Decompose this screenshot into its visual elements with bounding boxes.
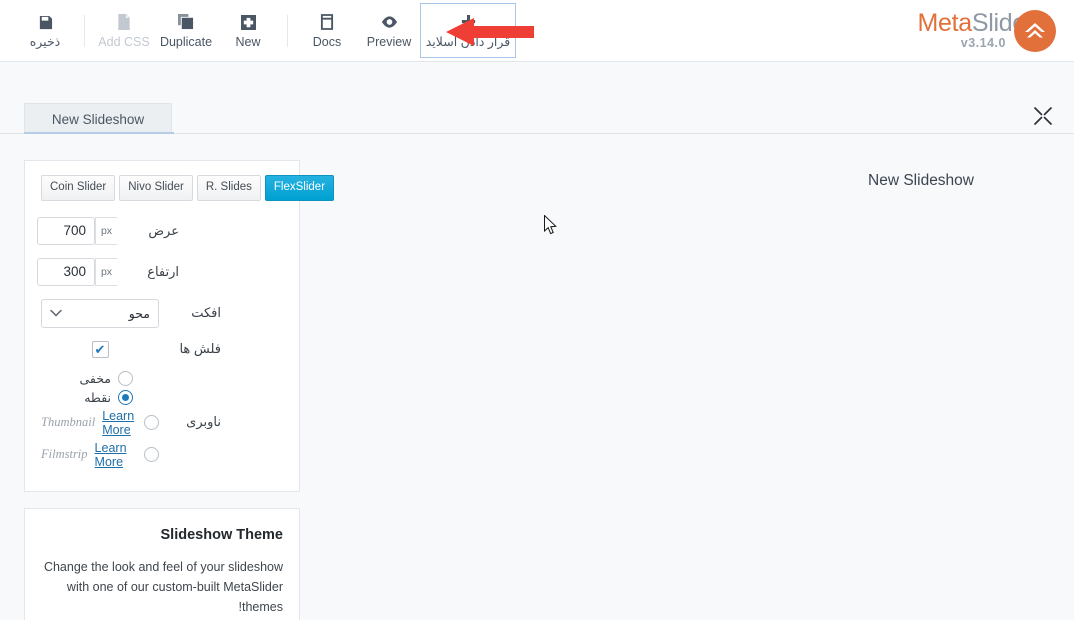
nav-label-hidden: مخفی (79, 371, 111, 386)
logo-version: v3.14.0 (960, 36, 1006, 51)
nav-option-filmstrip[interactable]: Learn More Filmstrip (41, 441, 159, 469)
nav-radio-thumbnail[interactable] (144, 415, 159, 430)
nav-label-thumbnail: Thumbnail (41, 415, 96, 429)
plus-icon (460, 12, 477, 32)
slideshow-theme-panel: Slideshow Theme Change the look and feel… (24, 507, 300, 620)
width-control: px (37, 216, 117, 245)
toolbar-divider-1 (84, 14, 85, 47)
slides-column: New Slideshow (300, 160, 1074, 620)
navigation-options: مخفی نقطه Learn More Thumbnail Learn Mor… (41, 370, 159, 473)
arrows-row: فلش ها ✔ (41, 340, 283, 358)
settings-column: Coin Slider Nivo Slider R. Slides FlexSl… (0, 160, 335, 620)
width-row: عرض px (37, 216, 283, 245)
check-icon: ✔ (94, 341, 106, 357)
filmstrip-learn-more-link[interactable]: Learn More (95, 441, 137, 469)
slideshow-title: New Slideshow (868, 172, 974, 189)
add-slide-button[interactable]: قرار دادن اسلاید (420, 3, 516, 58)
slideshow-tabbar: New Slideshow (0, 62, 1074, 146)
slider-type-nivo-slider[interactable]: Nivo Slider (119, 175, 193, 201)
save-button[interactable]: ذخیره (14, 3, 76, 58)
chevron-down-icon (50, 309, 62, 317)
preview-label: Preview (366, 35, 412, 50)
collapse-arrows-icon[interactable] (1032, 105, 1054, 127)
height-label: ارتفاع (147, 263, 179, 279)
new-button[interactable]: New (217, 3, 279, 58)
logo-meta-text: Meta (917, 9, 972, 38)
nav-option-hidden[interactable]: مخفی (41, 370, 159, 386)
tab-row: New Slideshow (0, 100, 1074, 134)
duplicate-icon (178, 12, 194, 32)
toolbar-button-group: ذخیره Add CSS Duplicate New Docs Preview… (0, 0, 516, 61)
height-input[interactable] (37, 257, 95, 286)
slider-type-tabs: Coin Slider Nivo Slider R. Slides FlexSl… (41, 175, 335, 201)
slider-type-coin-slider[interactable]: Coin Slider (41, 175, 116, 201)
docs-label: Docs (312, 35, 342, 50)
width-unit-label: px (95, 216, 117, 245)
preview-button[interactable]: Preview (358, 3, 420, 58)
tab-new-slideshow[interactable]: New Slideshow (24, 103, 172, 134)
add-slide-label: قرار دادن اسلاید (425, 35, 511, 50)
main-content: Coin Slider Nivo Slider R. Slides FlexSl… (0, 146, 1074, 620)
height-unit-label: px (95, 257, 117, 286)
effect-label: افکت (191, 305, 221, 320)
theme-panel-description: Change the look and feel of your slidesh… (43, 559, 283, 614)
effect-row: افکت محو (41, 298, 283, 328)
nav-label-dots: نقطه (84, 390, 111, 405)
nav-radio-dots[interactable] (118, 389, 133, 405)
eye-icon (381, 12, 398, 32)
tab-active-underline (24, 132, 174, 134)
height-control: px (37, 257, 117, 286)
top-toolbar: ذخیره Add CSS Duplicate New Docs Preview… (0, 0, 1074, 62)
new-label: New (235, 35, 261, 50)
slideshow-settings-panel: Coin Slider Nivo Slider R. Slides FlexSl… (24, 160, 335, 492)
width-input[interactable] (37, 216, 95, 245)
duplicate-label: Duplicate (159, 35, 213, 50)
width-label: عرض (148, 222, 179, 238)
book-icon (320, 12, 334, 32)
nav-radio-filmstrip[interactable] (144, 447, 159, 462)
arrows-label: فلش ها (179, 341, 221, 356)
save-label: ذخیره (29, 35, 61, 50)
save-icon (38, 12, 53, 32)
add-css-button[interactable]: Add CSS (93, 3, 155, 58)
navigation-label: ناوبری (186, 413, 221, 429)
nav-option-dots[interactable]: نقطه (41, 389, 159, 405)
thumbnail-learn-more-link[interactable]: Learn More (102, 409, 137, 437)
add-css-label: Add CSS (98, 35, 150, 50)
nav-label-filmstrip: Filmstrip (41, 447, 88, 461)
metaslider-logo: MetaSlider v3.14.0 (917, 0, 1074, 61)
logo-badge-icon (1014, 9, 1056, 52)
arrows-checkbox[interactable]: ✔ (91, 340, 109, 358)
height-row: ارتفاع px (37, 257, 283, 286)
duplicate-button[interactable]: Duplicate (155, 3, 217, 58)
toolbar-divider-2 (287, 14, 288, 47)
effect-value: محو (128, 306, 150, 321)
navigation-row: ناوبری مخفی نقطه Learn More Thumbnail Le… (41, 370, 283, 473)
theme-panel-title: Slideshow Theme (160, 526, 283, 543)
nav-option-thumbnail[interactable]: Learn More Thumbnail (41, 409, 159, 437)
effect-select[interactable]: محو (41, 298, 159, 328)
nav-radio-hidden[interactable] (118, 370, 133, 386)
css-file-icon (117, 12, 131, 32)
docs-button[interactable]: Docs (296, 3, 358, 58)
arrows-control: ✔ (41, 340, 159, 358)
plus-square-icon (240, 12, 256, 32)
slider-type-r-slides[interactable]: R. Slides (196, 175, 261, 201)
